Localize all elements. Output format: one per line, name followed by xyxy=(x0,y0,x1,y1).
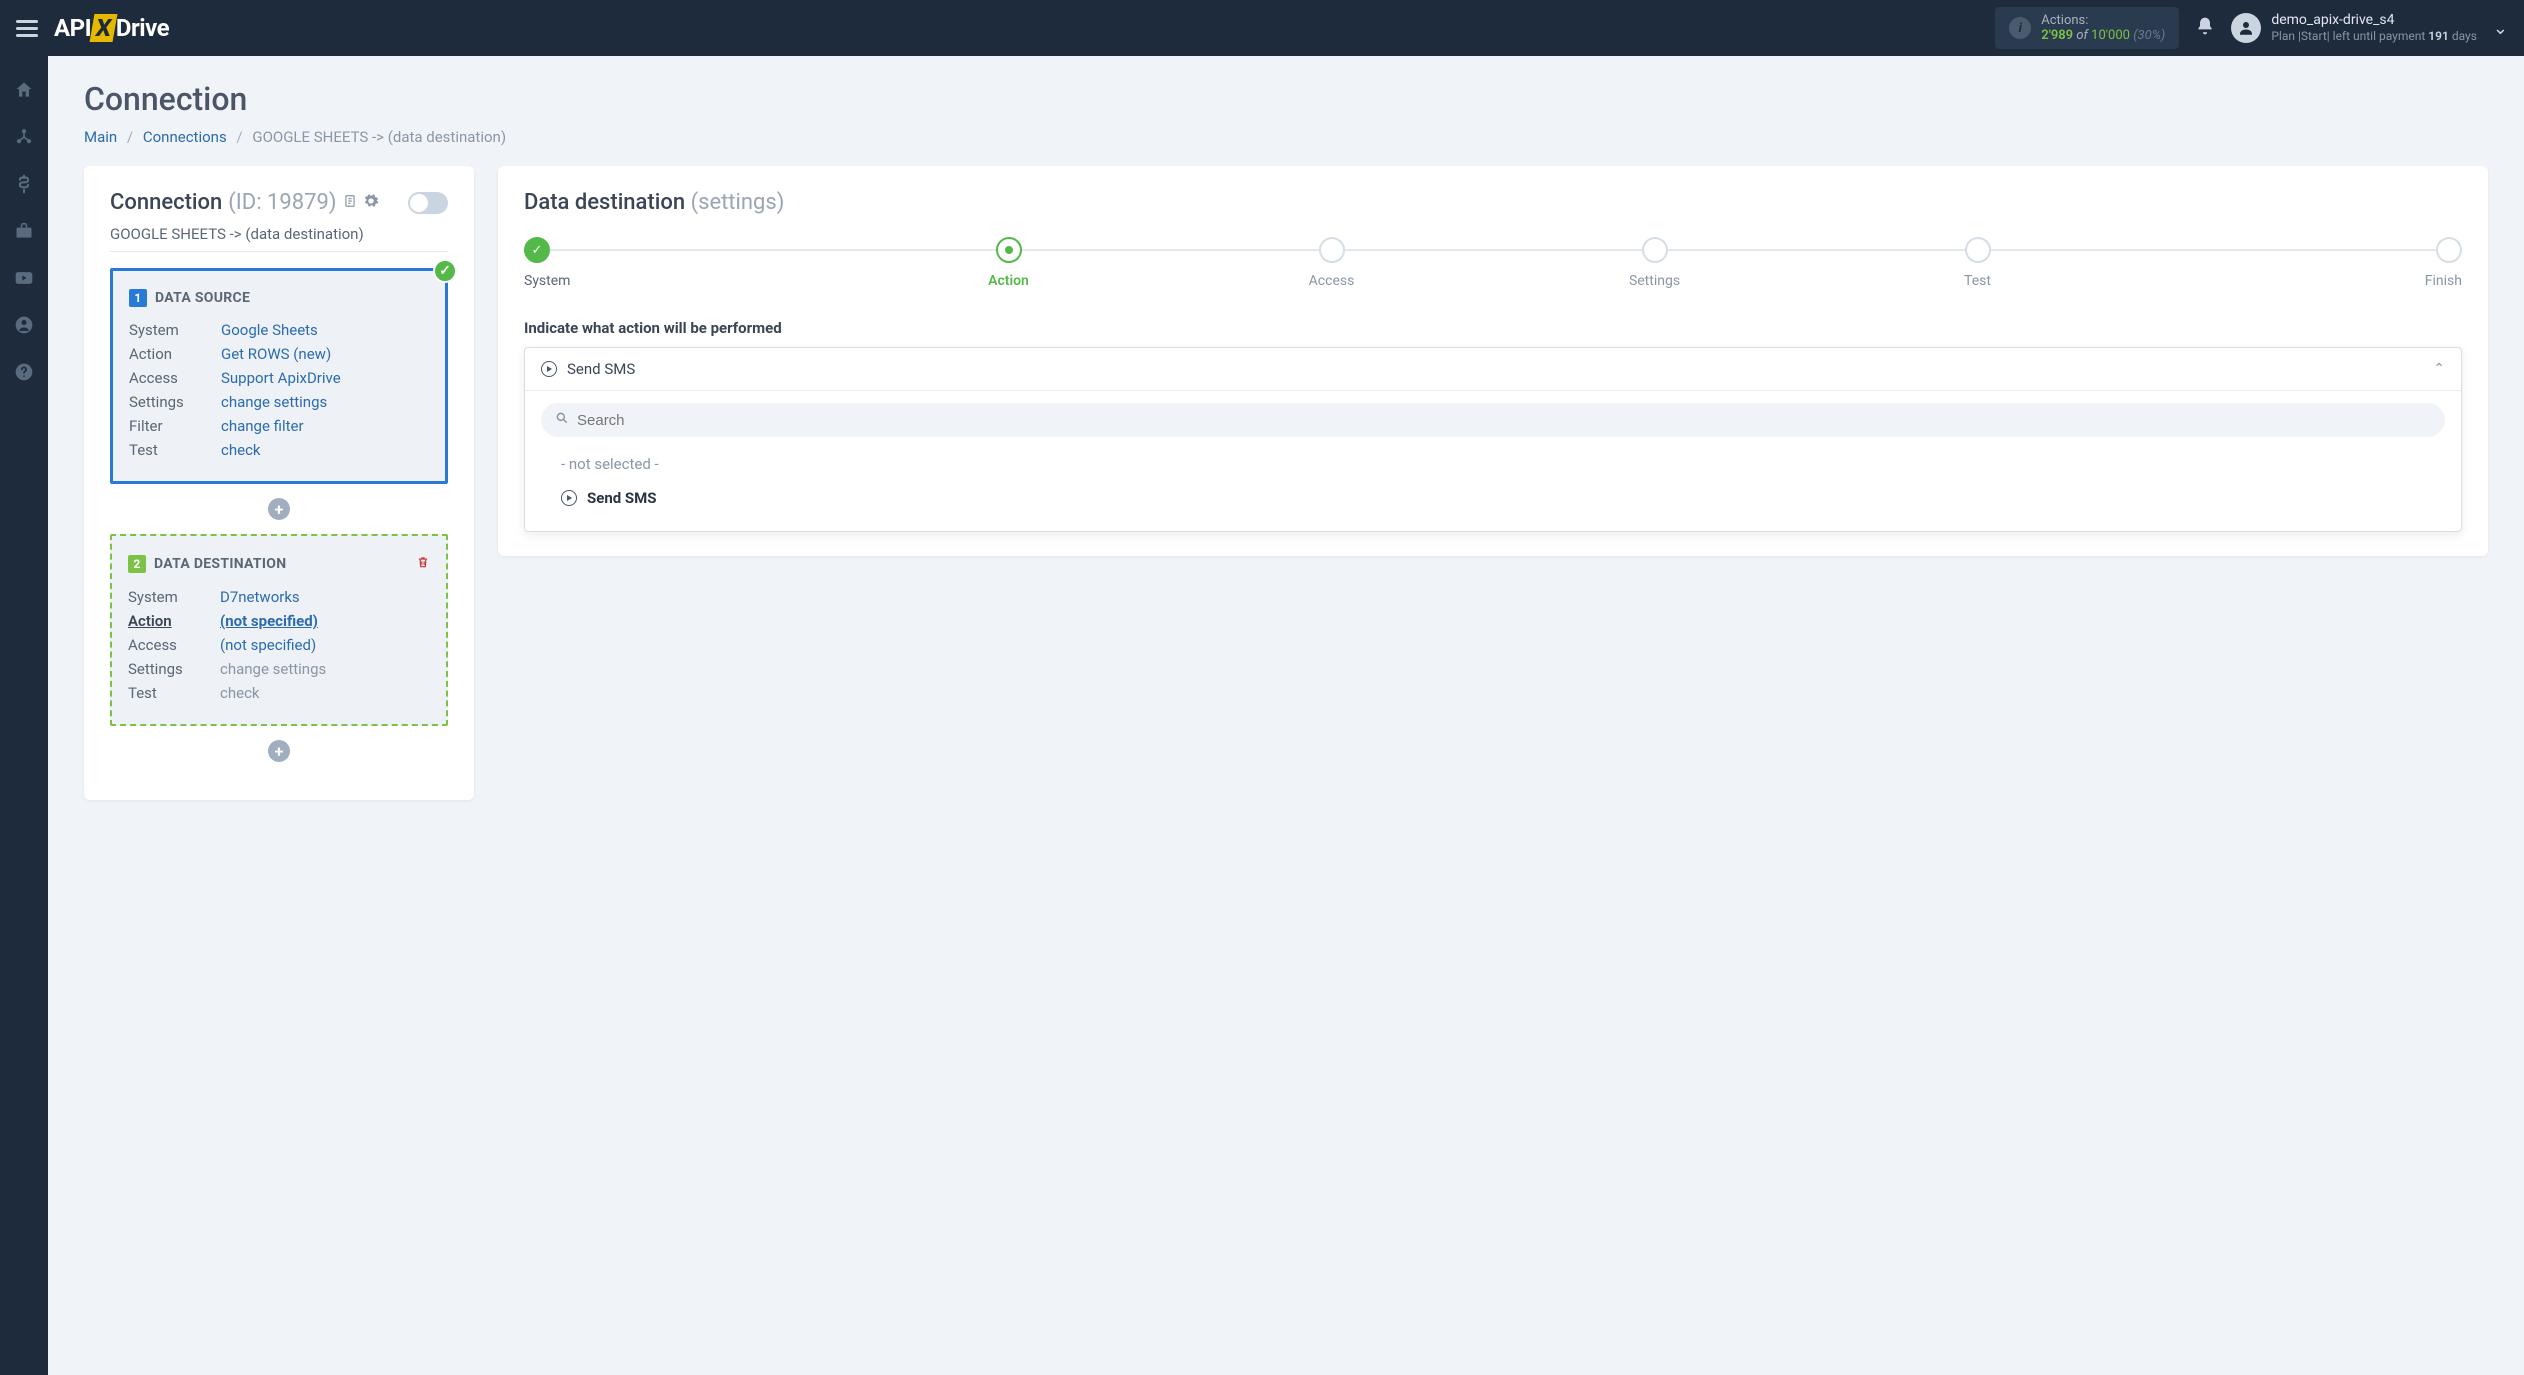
source-filter-link[interactable]: change filter xyxy=(221,417,304,435)
actions-label: Actions: xyxy=(2041,13,2165,28)
actions-total: 10'000 xyxy=(2091,28,2130,43)
page-title: Connection xyxy=(84,80,2488,118)
action-search-wrap xyxy=(541,403,2445,437)
play-icon xyxy=(541,361,557,377)
source-settings-link[interactable]: change settings xyxy=(221,393,327,411)
connection-toggle[interactable] xyxy=(408,192,448,214)
step-system[interactable]: ✓ System xyxy=(524,237,847,289)
check-icon: ✓ xyxy=(433,259,457,283)
dest-action-link[interactable]: (not specified) xyxy=(220,612,318,630)
step-test[interactable]: Test xyxy=(1816,237,2139,289)
dest-test-text: check xyxy=(220,684,260,702)
dest-settings-text: change settings xyxy=(220,660,326,678)
trash-icon[interactable] xyxy=(416,554,430,574)
sidebar-home-icon[interactable] xyxy=(14,80,34,105)
source-access-link[interactable]: Support ApixDrive xyxy=(221,369,341,387)
settings-title: Data destination (settings) xyxy=(524,190,2462,215)
dest-num: 2 xyxy=(128,555,146,573)
chevron-down-icon: ⌄ xyxy=(2493,18,2508,39)
play-icon xyxy=(561,490,577,506)
gear-icon[interactable] xyxy=(363,193,379,213)
actions-pct: (30%) xyxy=(2133,28,2165,43)
action-section-label: Indicate what action will be performed xyxy=(524,319,2462,337)
source-system-link[interactable]: Google Sheets xyxy=(221,321,318,339)
source-test-link[interactable]: check xyxy=(221,441,261,459)
user-name: demo_apix-drive_s4 xyxy=(2271,11,2477,29)
source-title: DATA SOURCE xyxy=(155,290,250,306)
connection-title: Connection xyxy=(110,190,222,215)
user-menu[interactable]: demo_apix-drive_s4 Plan |Start| left unt… xyxy=(2231,11,2508,45)
actions-used: 2'989 xyxy=(2041,28,2073,43)
sidebar-help-icon[interactable] xyxy=(14,362,34,387)
data-destination-card: 2 DATA DESTINATION SystemD7networks Acti… xyxy=(110,534,448,726)
stepper: ✓ System Action Access Settings xyxy=(524,237,2462,289)
sidebar xyxy=(0,56,48,1375)
connection-subtitle: GOOGLE SHEETS -> (data destination) xyxy=(110,225,448,252)
option-not-selected[interactable]: - not selected - xyxy=(541,447,2445,481)
add-source-button[interactable]: + xyxy=(268,498,290,520)
sidebar-billing-icon[interactable] xyxy=(14,174,34,199)
settings-panel: Data destination (settings) ✓ System Act… xyxy=(498,166,2488,556)
breadcrumb-current: GOOGLE SHEETS -> (data destination) xyxy=(252,128,506,146)
step-action[interactable]: Action xyxy=(847,237,1170,289)
breadcrumb-connections[interactable]: Connections xyxy=(143,128,227,146)
action-select-head[interactable]: Send SMS ⌃ xyxy=(525,348,2461,391)
step-access[interactable]: Access xyxy=(1170,237,1493,289)
notifications-icon[interactable] xyxy=(2195,16,2215,41)
actions-usage-box[interactable]: i Actions: 2'989 of 10'000 (30%) xyxy=(1995,7,2179,49)
data-source-card: ✓ 1 DATA SOURCE SystemGoogle Sheets Acti… xyxy=(110,268,448,484)
chevron-up-icon: ⌃ xyxy=(2433,361,2445,377)
action-search-input[interactable] xyxy=(577,412,2431,429)
option-send-sms[interactable]: Send SMS xyxy=(541,481,2445,515)
dest-system-link[interactable]: D7networks xyxy=(220,588,300,606)
sidebar-account-icon[interactable] xyxy=(14,315,34,340)
source-action-link[interactable]: Get ROWS (new) xyxy=(221,345,331,363)
connection-panel: Connection (ID: 19879) GOOGLE SHEETS -> … xyxy=(84,166,474,800)
action-select: Send SMS ⌃ - not selected - Send SMS xyxy=(524,347,2462,532)
breadcrumb: Main / Connections / GOOGLE SHEETS -> (d… xyxy=(84,128,2488,146)
user-avatar-icon xyxy=(2231,13,2261,43)
user-plan: Plan |Start| left until payment 191 days xyxy=(2271,29,2477,45)
sidebar-connections-icon[interactable] xyxy=(14,127,34,152)
connection-id: (ID: 19879) xyxy=(228,190,336,215)
logo[interactable]: APIXDrive xyxy=(54,14,169,42)
dest-title: DATA DESTINATION xyxy=(154,556,286,572)
hamburger-menu[interactable] xyxy=(16,20,38,37)
step-settings[interactable]: Settings xyxy=(1493,237,1816,289)
search-icon xyxy=(555,411,569,429)
dest-access-link[interactable]: (not specified) xyxy=(220,636,316,654)
info-icon: i xyxy=(2009,17,2031,39)
topbar: APIXDrive i Actions: 2'989 of 10'000 (30… xyxy=(0,0,2524,56)
sidebar-tools-icon[interactable] xyxy=(14,221,34,246)
add-destination-button[interactable]: + xyxy=(268,740,290,762)
step-finish[interactable]: Finish xyxy=(2139,237,2462,289)
document-icon[interactable] xyxy=(343,193,357,213)
breadcrumb-main[interactable]: Main xyxy=(84,128,117,146)
action-selected-label: Send SMS xyxy=(567,360,635,378)
source-num: 1 xyxy=(129,289,147,307)
actions-of: of xyxy=(2076,28,2088,43)
sidebar-video-icon[interactable] xyxy=(14,268,34,293)
